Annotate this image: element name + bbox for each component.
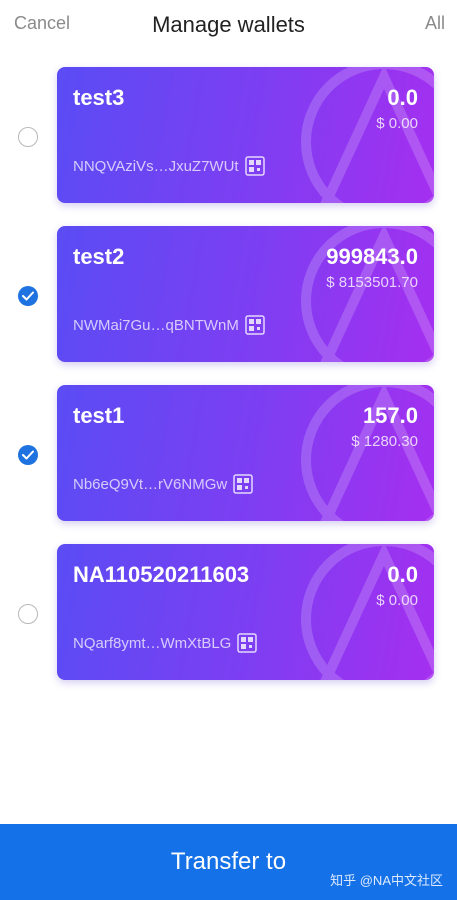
wallet-address: NWMai7Gu…qBNTWnM bbox=[73, 317, 239, 334]
wallet-address: Nb6eQ9Vt…rV6NMGw bbox=[73, 476, 228, 493]
radio-checked[interactable] bbox=[18, 286, 38, 306]
wallet-fiat-value: $ 0.00 bbox=[376, 115, 418, 132]
wallet-fiat-value: $ 1280.30 bbox=[351, 433, 418, 450]
wallet-row[interactable]: test3 0.0 $ 0.00 NNQVAziVs…JxuZ7WUt bbox=[0, 67, 457, 203]
checkmark-icon bbox=[22, 450, 34, 460]
radio-unchecked[interactable] bbox=[18, 604, 38, 624]
wallet-balance: 999843.0 bbox=[326, 244, 418, 269]
wallet-row[interactable]: test2 999843.0 $ 8153501.70 NWMai7Gu…qBN… bbox=[0, 226, 457, 362]
wallet-card[interactable]: test2 999843.0 $ 8153501.70 NWMai7Gu…qBN… bbox=[57, 226, 434, 362]
page-title: Manage wallets bbox=[152, 12, 305, 37]
radio-unchecked[interactable] bbox=[18, 127, 38, 147]
wallet-name: test2 bbox=[73, 244, 125, 269]
qr-code-icon[interactable] bbox=[233, 474, 253, 494]
wallet-row[interactable]: NA110520211603 0.0 $ 0.00 NQarf8ymt…WmXt… bbox=[0, 544, 457, 680]
wallet-card[interactable]: test3 0.0 $ 0.00 NNQVAziVs…JxuZ7WUt bbox=[57, 67, 434, 203]
radio-checked[interactable] bbox=[18, 445, 38, 465]
top-bar: Cancel Manage wallets All bbox=[0, 0, 457, 48]
checkmark-icon bbox=[22, 291, 34, 301]
wallet-address: NQarf8ymt…WmXtBLG bbox=[73, 635, 232, 652]
wallet-balance: 0.0 bbox=[387, 562, 418, 587]
qr-code-icon[interactable] bbox=[245, 315, 265, 335]
transfer-to-button[interactable]: Transfer to 知乎 @NA中文社区 bbox=[0, 824, 457, 900]
wallet-name: NA110520211603 bbox=[73, 562, 250, 587]
wallet-balance: 157.0 bbox=[362, 403, 418, 428]
qr-code-icon[interactable] bbox=[237, 633, 257, 653]
wallet-fiat-value: $ 8153501.70 bbox=[326, 274, 418, 291]
wallet-card[interactable]: test1 157.0 $ 1280.30 Nb6eQ9Vt…rV6NMGw bbox=[57, 385, 434, 521]
wallet-fiat-value: $ 0.00 bbox=[376, 592, 418, 609]
select-all-button[interactable]: All bbox=[425, 13, 445, 34]
wallet-balance: 0.0 bbox=[387, 85, 418, 110]
wallet-name: test1 bbox=[73, 403, 125, 428]
wallet-name: test3 bbox=[73, 85, 125, 110]
wallet-address: NNQVAziVs…JxuZ7WUt bbox=[73, 158, 239, 175]
source-watermark: 知乎 @NA中文社区 bbox=[330, 873, 443, 888]
qr-code-icon[interactable] bbox=[245, 156, 265, 176]
wallet-card[interactable]: NA110520211603 0.0 $ 0.00 NQarf8ymt…WmXt… bbox=[57, 544, 434, 680]
wallet-row[interactable]: test1 157.0 $ 1280.30 Nb6eQ9Vt…rV6NMGw bbox=[0, 385, 457, 521]
